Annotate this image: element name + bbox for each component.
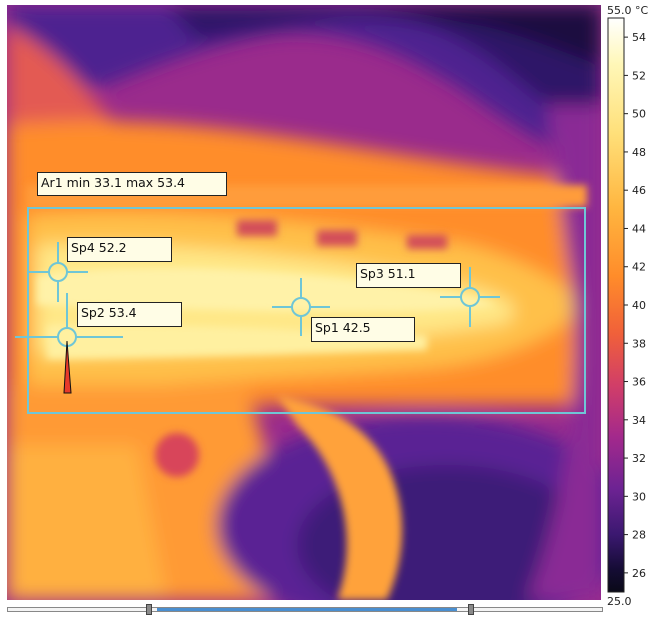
scale-tick-label: 40 (632, 299, 646, 312)
scale-tick-label: 52 (632, 69, 646, 82)
scale-tick-label: 36 (632, 376, 646, 389)
range-slider-selection (157, 608, 457, 611)
scale-tick-label: 54 (632, 31, 646, 44)
scale-max-label: 55.0 °C (607, 4, 648, 17)
scale-tick-label: 30 (632, 490, 646, 503)
scale-tick-label: 50 (632, 108, 646, 121)
range-slider[interactable] (7, 604, 603, 616)
scale-tick-label: 28 (632, 529, 646, 542)
scale-tick-label: 32 (632, 452, 646, 465)
temperature-scale: 55.0 °C 25.0 54 52 50 48 46 44 42 40 38 36 34 32 30 2… (607, 4, 648, 608)
area-label: Ar1 min 33.1 max 53.4 (37, 172, 227, 196)
scale-tick-label: 46 (632, 184, 646, 197)
spot-label-sp3: Sp3 51.1 (356, 263, 461, 288)
scale-min-label: 25.0 (607, 595, 632, 608)
spot-label-sp2: Sp2 53.4 (77, 302, 182, 327)
scale-tick-label: 34 (632, 414, 646, 427)
scale-tick-label: 26 (632, 567, 646, 580)
scale-tick-label: 42 (632, 261, 646, 274)
scale-tick-label: 44 (632, 222, 646, 235)
scale-tick-label: 48 (632, 146, 646, 159)
range-slider-left-handle[interactable] (146, 604, 152, 615)
scale-tick-label: 38 (632, 337, 646, 350)
scale-ticks: 54 52 50 48 46 44 42 40 38 36 34 32 30 28 26 (624, 31, 646, 580)
scale-color-bar (607, 17, 625, 593)
spot-label-sp4: Sp4 52.2 (67, 237, 172, 262)
spot-label-sp1: Sp1 42.5 (311, 317, 415, 342)
range-slider-right-handle[interactable] (468, 604, 474, 615)
